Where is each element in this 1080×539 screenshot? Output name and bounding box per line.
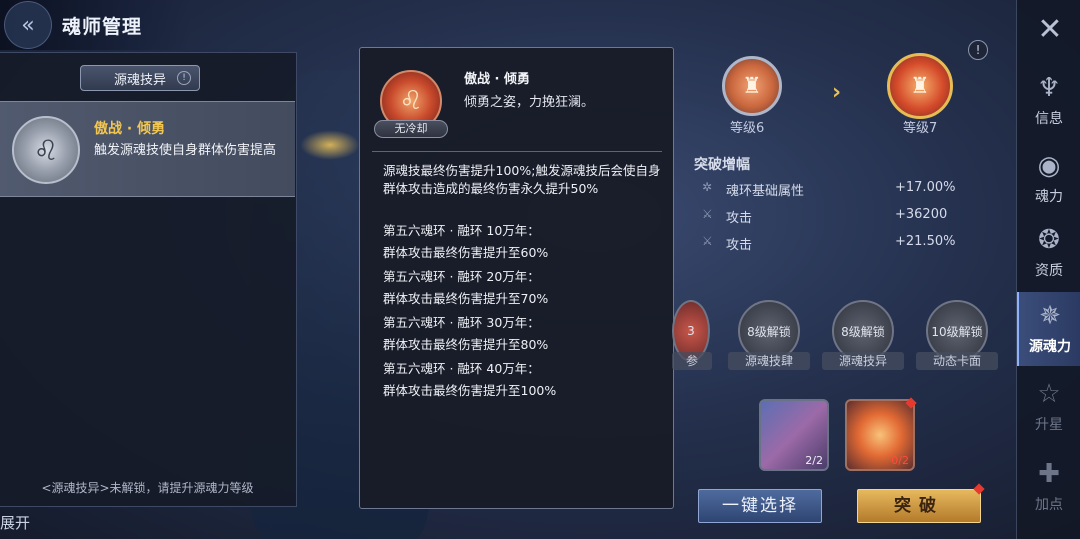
- card-count: 2/2: [805, 454, 823, 467]
- double-chevron-left-icon[interactable]: «: [4, 1, 52, 49]
- auto-select-button[interactable]: 一键选择: [698, 489, 822, 523]
- bonus-row: ✲ 魂环基础属性 +17.00%: [700, 178, 970, 202]
- next-level-label: 等级7: [903, 121, 938, 136]
- sword-icon: ⚔: [702, 234, 713, 248]
- bonus-value: +17.00%: [895, 180, 956, 195]
- arrow-right-icon: ›: [832, 80, 842, 105]
- sidebar-item-label: 信息: [1035, 111, 1063, 127]
- right-sidebar: ✕ ♆ 信息 ◉ 魂力 ❂ 资质 ✵ 源魂力 ☆ 升星 ✚ 加点: [1016, 0, 1080, 539]
- tier-item: 第五六魂环 · 融环 30万年： 群体攻击最终伤害提升至80%: [383, 312, 667, 356]
- tooltip-effect: 源魂技最终伤害提升100%;触发源魂技后会使自身群体攻击造成的最终伤害永久提升5…: [383, 163, 661, 196]
- tier-desc: 群体攻击最终伤害提升至70%: [383, 291, 549, 306]
- current-level-label: 等级6: [730, 121, 765, 136]
- bonus-row: ⚔ 攻击 +21.50%: [700, 232, 970, 256]
- gear-icon: ✲: [702, 180, 713, 194]
- lock-text: 10级解锁: [931, 324, 983, 339]
- tooltip-skill-name: 傲战 · 倾勇: [464, 72, 530, 87]
- skill-card[interactable]: ♌ 傲战 · 倾勇 触发源魂技使自身群体伤害提高: [0, 101, 295, 197]
- divider: [372, 151, 662, 152]
- tier-desc: 群体攻击最终伤害提升至100%: [383, 383, 557, 398]
- feature-count: 3: [687, 324, 695, 338]
- plus-point-icon: ✚: [1038, 459, 1060, 489]
- tier-item: 第五六魂环 · 融环 40万年： 群体攻击最终伤害提升至100%: [383, 358, 667, 402]
- card-count: 0/2: [891, 454, 909, 467]
- bonus-value: +21.50%: [895, 234, 956, 249]
- source-soul-icon: ✵: [1039, 301, 1061, 331]
- sidebar-item-info[interactable]: ♆ 信息: [1017, 64, 1080, 138]
- aptitude-icon: ❂: [1038, 225, 1060, 255]
- tooltip-motto: 倾勇之姿，力挽狂澜。: [464, 95, 595, 110]
- lion-emblem-icon: ♌: [12, 116, 80, 184]
- bonus-name: 魂环基础属性: [726, 184, 805, 199]
- lock-text: 8级解锁: [747, 324, 791, 339]
- page-title: 魂师管理: [62, 15, 143, 38]
- sidebar-item-label: 加点: [1035, 497, 1063, 513]
- tier-title: 第五六魂环 · 融环 10万年：: [383, 223, 540, 238]
- tier-list: 第五六魂环 · 融环 10万年： 群体攻击最终伤害提升至60% 第五六魂环 · …: [383, 220, 667, 404]
- unlock-hint: <源魂技异>未解锁，请提升源魂力等级: [41, 481, 254, 495]
- info-icon[interactable]: !: [968, 40, 988, 60]
- bonus-title: 突破增幅: [694, 157, 750, 173]
- skill-list-panel: 源魂技异 ! ♌ 傲战 · 倾勇 触发源魂技使自身群体伤害提高 <源魂技异>未解…: [0, 52, 297, 507]
- material-card[interactable]: 0/2: [845, 399, 915, 471]
- sidebar-item-label: 升星: [1035, 417, 1063, 433]
- sword-icon: ⚔: [702, 207, 713, 221]
- tier-title: 第五六魂环 · 融环 20万年：: [383, 269, 540, 284]
- bonus-name: 攻击: [726, 211, 753, 226]
- level-badge-current: ♜: [722, 56, 782, 116]
- breakthrough-button[interactable]: 突破: [857, 489, 981, 523]
- sidebar-item-add-points[interactable]: ✚ 加点: [1017, 450, 1080, 524]
- sidebar-item-aptitude[interactable]: ❂ 资质: [1017, 216, 1080, 290]
- cooldown-badge: 无冷却: [374, 120, 448, 138]
- lock-text: 8级解锁: [841, 324, 885, 339]
- bonus-row: ⚔ 攻击 +36200: [700, 205, 970, 229]
- bonus-name: 攻击: [726, 238, 753, 253]
- level-badge-next: ♜: [887, 53, 953, 119]
- skill-name: 傲战 · 倾勇: [94, 121, 166, 137]
- skill-description: 触发源魂技使自身群体伤害提高: [94, 143, 277, 158]
- material-card[interactable]: 2/2: [759, 399, 829, 471]
- feature-label: 源魂技异: [822, 352, 904, 370]
- section-tab-label: 源魂技异: [113, 72, 166, 88]
- sidebar-item-label: 资质: [1035, 263, 1063, 279]
- sidebar-item-soul-power[interactable]: ◉ 魂力: [1017, 142, 1080, 216]
- sidebar-item-source-soul[interactable]: ✵ 源魂力: [1017, 292, 1080, 366]
- section-tab[interactable]: 源魂技异 !: [80, 65, 200, 91]
- sidebar-item-star-up[interactable]: ☆ 升星: [1017, 370, 1080, 444]
- feature-label: 参: [672, 352, 712, 370]
- info-icon[interactable]: !: [177, 71, 191, 85]
- sidebar-item-label: 魂力: [1035, 189, 1063, 205]
- tier-desc: 群体攻击最终伤害提升至80%: [383, 337, 549, 352]
- tier-item: 第五六魂环 · 融环 20万年： 群体攻击最终伤害提升至70%: [383, 266, 667, 310]
- sidebar-item-label: 源魂力: [1029, 339, 1071, 355]
- bonus-value: +36200: [895, 207, 948, 222]
- expand-button[interactable]: 展开: [0, 512, 30, 533]
- title-bar: « 魂师管理: [0, 0, 190, 50]
- star-icon: ☆: [1037, 379, 1061, 409]
- weapon-glow: [300, 130, 360, 160]
- feature-label: 源魂技肆: [728, 352, 810, 370]
- skill-tooltip: ♌ 无冷却 傲战 · 倾勇 倾勇之姿，力挽狂澜。 源魂技最终伤害提升100%;触…: [359, 47, 674, 509]
- close-icon[interactable]: ✕: [1025, 4, 1075, 54]
- tier-title: 第五六魂环 · 融环 30万年：: [383, 315, 540, 330]
- feature-label: 动态卡面: [916, 352, 998, 370]
- info-emblem-icon: ♆: [1037, 73, 1061, 103]
- soul-power-icon: ◉: [1037, 151, 1061, 181]
- tier-item: 第五六魂环 · 融环 10万年： 群体攻击最终伤害提升至60%: [383, 220, 667, 264]
- tier-desc: 群体攻击最终伤害提升至60%: [383, 245, 549, 260]
- tier-title: 第五六魂环 · 融环 40万年：: [383, 361, 540, 376]
